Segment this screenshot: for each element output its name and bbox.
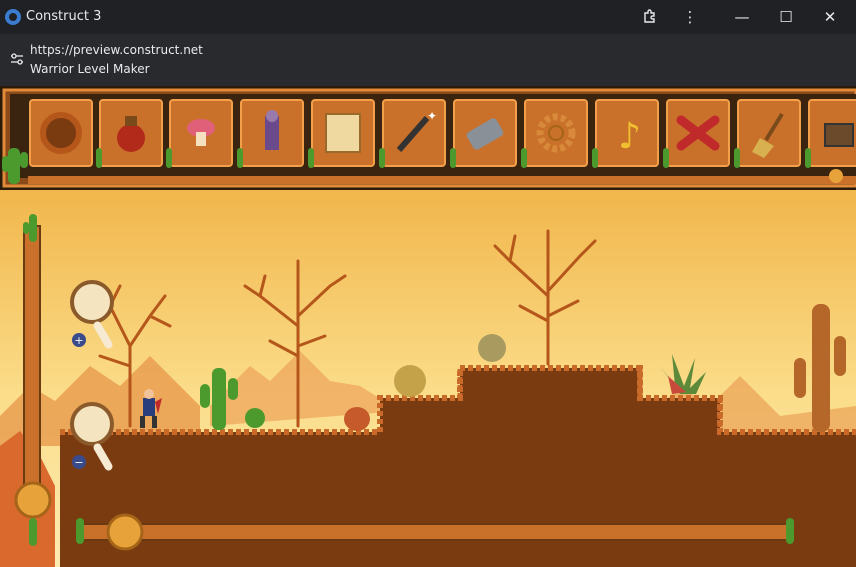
potion-tool-button[interactable] [100,98,162,166]
scroll-rail[interactable] [77,523,791,541]
extensions-icon[interactable] [628,0,672,34]
game-canvas[interactable]: + − ✦ ♪ [0,86,856,567]
enemy-tool-button[interactable] [241,98,303,166]
window-title: Construct 3 [26,9,102,24]
maximize-button[interactable]: ☐ [764,0,808,34]
toolbar-rail [28,176,856,184]
menu-button[interactable]: ⋮ [668,0,712,34]
mushroom-tool-button[interactable] [170,98,232,166]
minus-icon: − [74,456,83,469]
delete-tool-button[interactable] [667,98,729,166]
scroll-slider-knob[interactable] [106,513,144,551]
clear-tool-button[interactable] [738,98,800,166]
sage-bush [478,334,506,362]
ground-tool-button[interactable] [30,98,92,166]
magic-tool-button[interactable] [383,98,445,166]
zoom-rail[interactable] [23,225,41,507]
map-tool-button[interactable] [312,98,374,166]
more-tool-button[interactable] [809,98,856,166]
address-bar [0,34,856,87]
toolbar-knob[interactable] [829,169,843,183]
scroll-cactus-left [76,518,84,544]
music-tool-button[interactable] [596,98,658,166]
plus-icon: + [74,334,83,347]
construct-logo-icon [5,9,21,25]
eraser-tool-button[interactable] [454,98,516,166]
dry-bush [394,365,426,397]
close-button[interactable]: ✕ [808,0,852,34]
rail-cactus-bottom [29,518,37,546]
page-title: Warrior Level Maker [30,62,150,76]
url-text[interactable]: https://preview.construct.net [30,43,203,57]
site-settings-icon[interactable] [10,52,24,66]
minimize-button[interactable]: — [720,0,764,34]
scroll-cactus-right [786,518,794,544]
title-bar: Construct 3 ⋮ — ☐ ✕ [0,0,856,34]
clay-pot [344,407,370,431]
settings-tool-button[interactable] [525,98,587,166]
zoom-slider-knob[interactable] [14,481,52,519]
